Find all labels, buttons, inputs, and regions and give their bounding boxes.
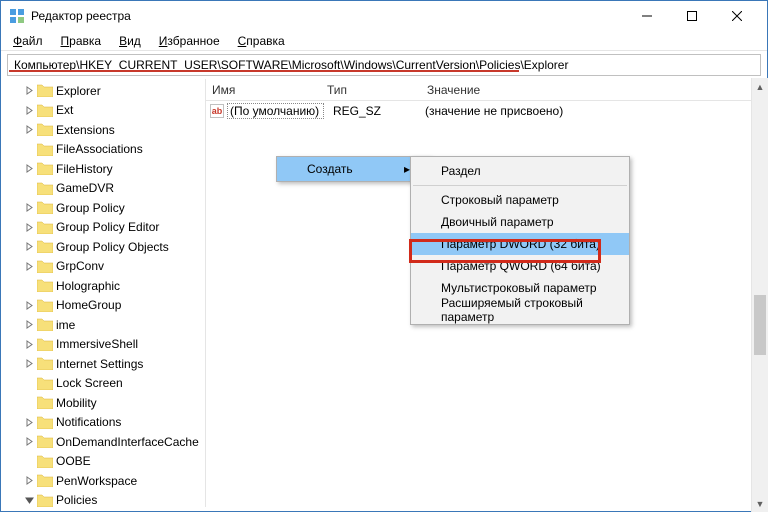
menu-favorites[interactable]: Избранное (151, 32, 228, 50)
app-icon (9, 8, 25, 24)
tree-item[interactable]: Holographic (1, 276, 205, 296)
expand-icon[interactable] (25, 86, 37, 95)
expand-icon[interactable] (25, 359, 37, 368)
context-menu[interactable]: Создать ▸ (276, 156, 431, 182)
tree-item[interactable]: Extensions (1, 120, 205, 140)
tree-label: Group Policy (56, 201, 125, 215)
string-value-icon: ab (210, 104, 224, 118)
tree-item[interactable]: Mobility (1, 393, 205, 413)
expand-icon[interactable] (25, 340, 37, 349)
tree-label: HomeGroup (56, 298, 121, 312)
tree-label: PenWorkspace (56, 474, 137, 488)
tree-item[interactable]: HomeGroup (1, 296, 205, 316)
tree-label: Extensions (56, 123, 115, 137)
tree-item[interactable]: ImmersiveShell (1, 335, 205, 355)
menu-item-qword[interactable]: Параметр QWORD (64 бита) (411, 255, 629, 277)
value-type: REG_SZ (323, 104, 423, 118)
menu-help[interactable]: Справка (230, 32, 293, 50)
menu-item-string[interactable]: Строковый параметр (411, 189, 629, 211)
tree-label: Holographic (56, 279, 120, 293)
menu-item-key[interactable]: Раздел (411, 160, 629, 182)
tree-label: Policies (56, 493, 97, 507)
tree-item[interactable]: GameDVR (1, 179, 205, 199)
tree-label: Group Policy Objects (56, 240, 169, 254)
tree-label: Internet Settings (56, 357, 143, 371)
menu-file[interactable]: Файл (5, 32, 51, 50)
menu-separator (413, 185, 627, 186)
scroll-down-button[interactable]: ▼ (752, 495, 768, 512)
scroll-up-button[interactable]: ▲ (752, 78, 768, 95)
tree-item[interactable]: OOBE (1, 452, 205, 472)
tree-label: GrpConv (56, 259, 104, 273)
menu-view[interactable]: Вид (111, 32, 149, 50)
menu-item-dword[interactable]: Параметр DWORD (32 бита) (411, 233, 629, 255)
expand-icon[interactable] (25, 418, 37, 427)
window-title: Редактор реестра (31, 9, 624, 23)
tree-label: ime (56, 318, 75, 332)
context-submenu[interactable]: Раздел Строковый параметр Двоичный парам… (410, 156, 630, 325)
tree-item[interactable]: Explorer (1, 81, 205, 101)
tree-label: Notifications (56, 415, 121, 429)
tree-label: Mobility (56, 396, 97, 410)
titlebar[interactable]: Редактор реестра (1, 1, 767, 31)
expand-icon[interactable] (25, 301, 37, 310)
expand-icon[interactable] (25, 496, 37, 505)
tree-label: FileHistory (56, 162, 113, 176)
tree-item[interactable]: GrpConv (1, 257, 205, 277)
tree-label: Lock Screen (56, 376, 123, 390)
tree-label: ImmersiveShell (56, 337, 138, 351)
menubar: Файл Правка Вид Избранное Справка (1, 31, 767, 51)
expand-icon[interactable] (25, 203, 37, 212)
tree-item[interactable]: Internet Settings (1, 354, 205, 374)
column-name[interactable]: Имя (206, 83, 321, 97)
value-data: (значение не присвоено) (423, 104, 565, 118)
expand-icon[interactable] (25, 106, 37, 115)
tree-item[interactable]: Group Policy Objects (1, 237, 205, 257)
column-value[interactable]: Значение (421, 83, 767, 97)
tree-item[interactable]: OnDemandInterfaceCache (1, 432, 205, 452)
value-name: (По умолчанию) (228, 104, 323, 118)
tree-item[interactable]: Group Policy (1, 198, 205, 218)
tree-label: Explorer (56, 84, 101, 98)
expand-icon[interactable] (25, 476, 37, 485)
scrollbar-vertical[interactable]: ▲ ▼ (751, 78, 768, 512)
tree-label: Group Policy Editor (56, 220, 159, 234)
close-button[interactable] (714, 1, 759, 31)
tree-item[interactable]: Policies (1, 491, 205, 508)
menu-item-create[interactable]: Создать ▸ (277, 157, 430, 181)
list-header: Имя Тип Значение (206, 79, 767, 101)
tree-label: OnDemandInterfaceCache (56, 435, 199, 449)
highlight-underline (9, 70, 519, 72)
tree-item[interactable]: Ext (1, 101, 205, 121)
list-row[interactable]: ab (По умолчанию) REG_SZ (значение не пр… (206, 101, 767, 121)
maximize-button[interactable] (669, 1, 714, 31)
menu-edit[interactable]: Правка (53, 32, 110, 50)
tree-item[interactable]: Lock Screen (1, 374, 205, 394)
tree-item[interactable]: FileHistory (1, 159, 205, 179)
expand-icon[interactable] (25, 125, 37, 134)
expand-icon[interactable] (25, 437, 37, 446)
menu-item-expand[interactable]: Расширяемый строковый параметр (411, 299, 629, 321)
expand-icon[interactable] (25, 262, 37, 271)
tree-item[interactable]: ime (1, 315, 205, 335)
tree-item[interactable]: Group Policy Editor (1, 218, 205, 238)
tree-label: OOBE (56, 454, 91, 468)
scroll-thumb[interactable] (754, 295, 766, 355)
expand-icon[interactable] (25, 242, 37, 251)
menu-item-binary[interactable]: Двоичный параметр (411, 211, 629, 233)
tree-item[interactable]: PenWorkspace (1, 471, 205, 491)
expand-icon[interactable] (25, 320, 37, 329)
tree-label: GameDVR (56, 181, 114, 195)
tree-item[interactable]: Notifications (1, 413, 205, 433)
address-bar[interactable]: Компьютер\HKEY_CURRENT_USER\SOFTWARE\Mic… (7, 54, 761, 76)
tree-label: FileAssociations (56, 142, 143, 156)
column-type[interactable]: Тип (321, 83, 421, 97)
tree-label: Ext (56, 103, 73, 117)
expand-icon[interactable] (25, 164, 37, 173)
tree-panel[interactable]: Explorer Ext Extensions FileAssociations Fil… (1, 79, 206, 507)
tree-item[interactable]: FileAssociations (1, 140, 205, 160)
expand-icon[interactable] (25, 223, 37, 232)
minimize-button[interactable] (624, 1, 669, 31)
